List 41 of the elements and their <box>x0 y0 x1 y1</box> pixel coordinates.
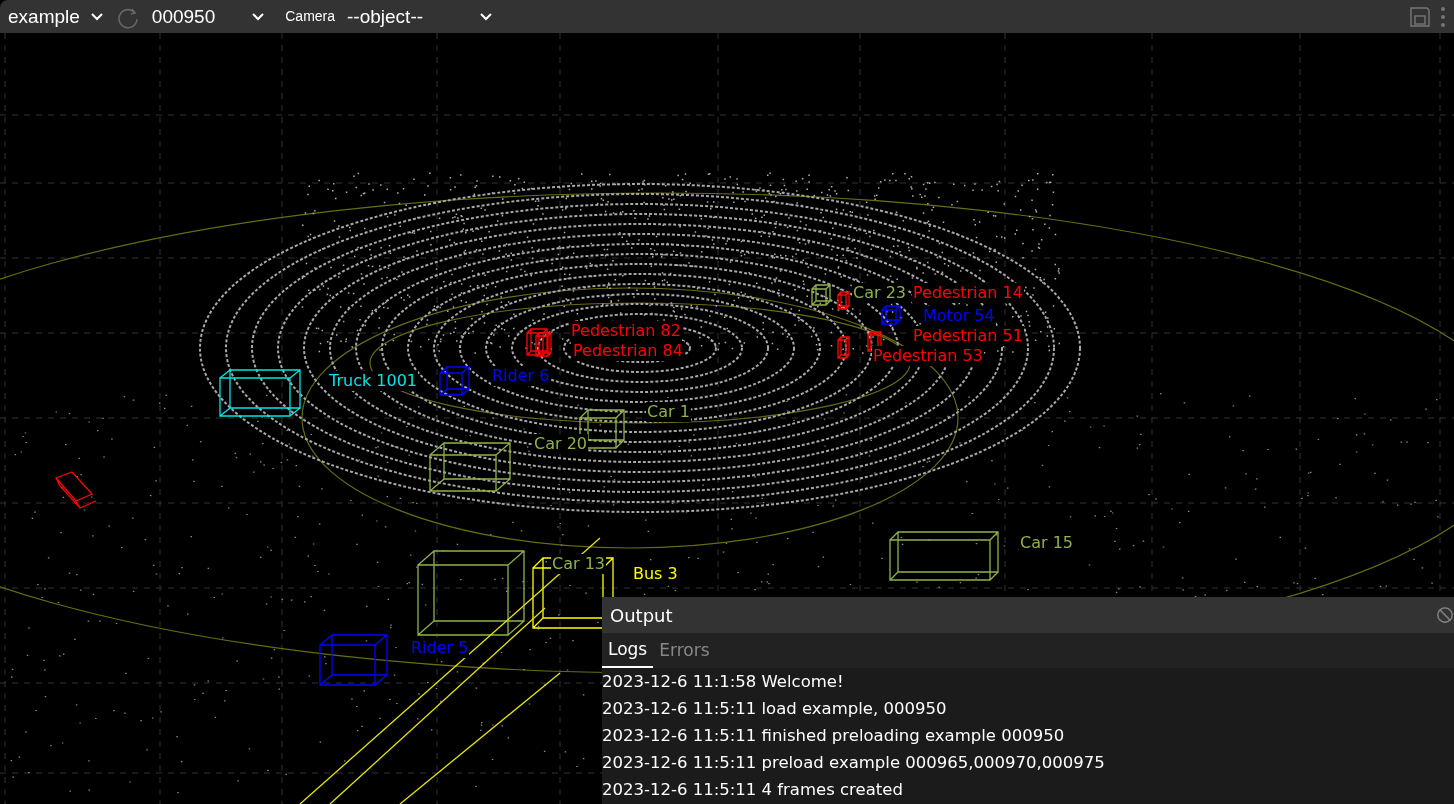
bounding-box <box>55 471 97 509</box>
frame-dropdown[interactable]: 000950 <box>147 0 270 33</box>
bounding-box <box>837 336 850 359</box>
object-label: Motor 54 <box>922 306 996 326</box>
bounding-box <box>881 305 901 325</box>
save-icon[interactable] <box>1408 4 1432 29</box>
log-line: 2023-12-6 11:5:11 4 frames created <box>602 779 904 801</box>
camera-label: Camera <box>285 7 336 26</box>
object-label: Rider 6 <box>491 366 551 386</box>
more-icon[interactable] <box>1440 5 1446 28</box>
object-label: Car 13 <box>551 554 606 574</box>
bounding-box <box>319 634 388 686</box>
output-tab[interactable]: Errors <box>653 633 716 668</box>
object-label: Pedestrian 51 <box>912 326 1024 346</box>
scene-dropdown[interactable]: example <box>4 0 108 33</box>
chevron-down-icon <box>89 12 104 21</box>
chevron-down-icon <box>251 12 266 21</box>
object-dropdown[interactable]: --object-- <box>343 0 498 33</box>
bounding-box <box>526 328 548 356</box>
clear-icon[interactable] <box>1436 605 1454 625</box>
object-label: Truck 1001 <box>328 371 418 391</box>
object-label: Car 15 <box>1019 533 1074 553</box>
object-label: Pedestrian 82 <box>570 321 682 341</box>
log-line: 2023-12-6 11:5:11 load example, 000950 <box>602 698 948 720</box>
panel-title: Output <box>610 603 673 628</box>
object-label: Pedestrian 53 <box>872 346 984 366</box>
object-label: Car 20 <box>533 434 588 454</box>
object-label: Pedestrian 14 <box>912 283 1024 303</box>
bounding-box <box>837 291 850 310</box>
bounding-box <box>811 284 831 306</box>
chevron-down-icon <box>479 12 494 21</box>
bounding-box <box>439 366 470 396</box>
bounding-box <box>535 332 552 357</box>
log-line: 2023-12-6 11:5:11 preload example 000965,000970,000975 <box>602 752 1106 774</box>
log-line: 2023-12-6 11:1:58 Welcome! <box>602 671 845 693</box>
object-label: Pedestrian 84 <box>572 341 684 361</box>
output-tab[interactable]: Logs <box>602 633 654 668</box>
object-label: Car 23 <box>852 283 907 303</box>
object-label: Rider 5 <box>410 638 470 658</box>
object-label: Car 1 <box>646 402 691 422</box>
log-line: 2023-12-6 11:5:11 finished preloading example 000950 <box>602 725 1066 747</box>
